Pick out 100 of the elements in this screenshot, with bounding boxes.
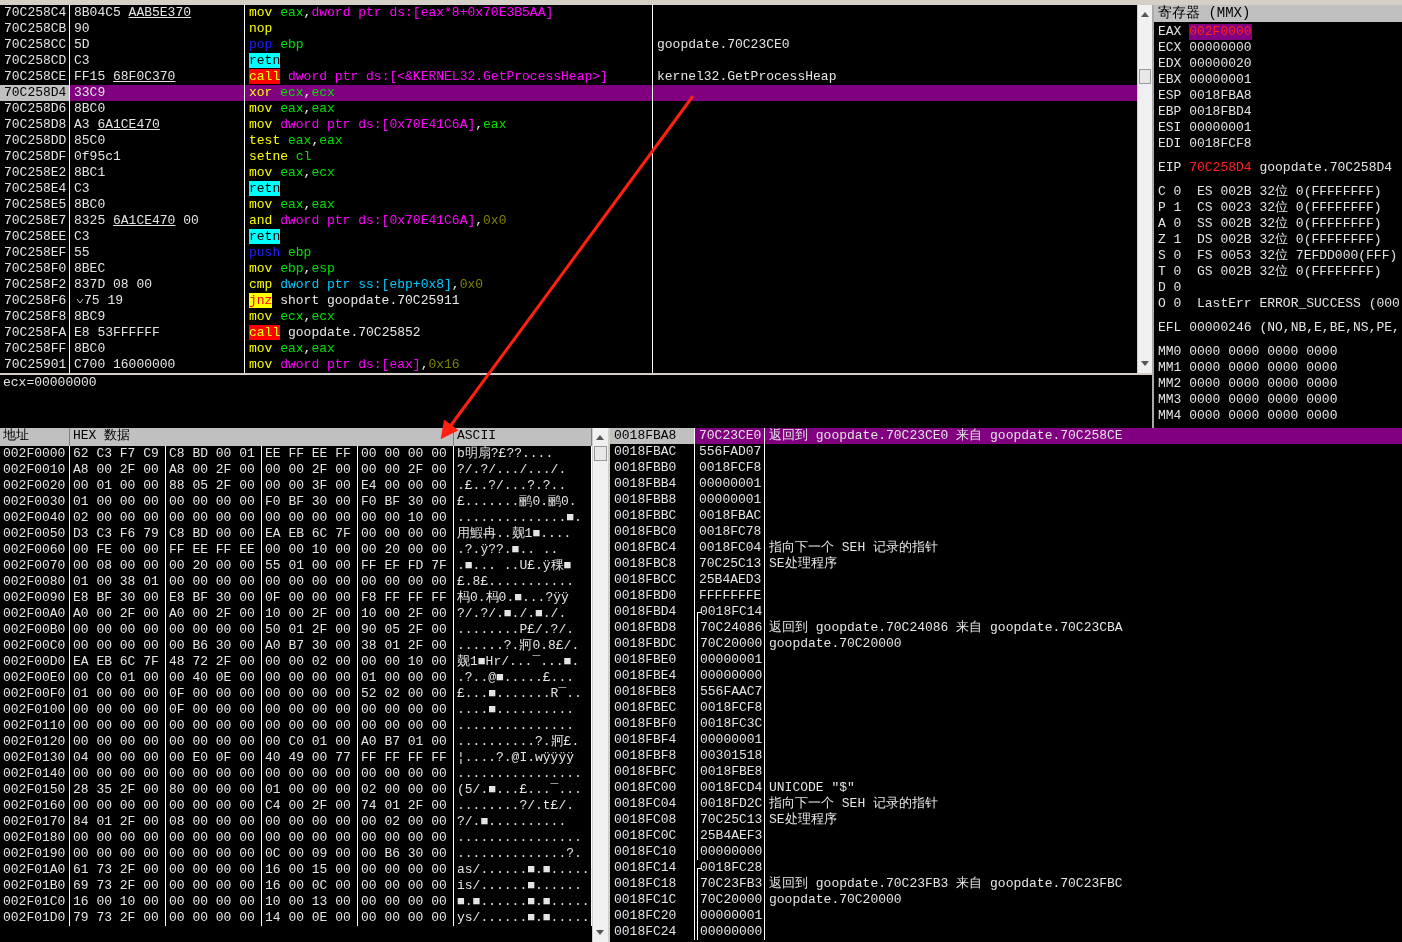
disassembly-row[interactable]: 70C258CD C3 retn: [0, 53, 1137, 69]
hex-cell: 10 00 13 00: [262, 894, 358, 910]
flag-value[interactable]: 0: [1173, 264, 1182, 280]
value-cell: 00000001: [695, 652, 765, 668]
column-header[interactable]: HEX 数据: [70, 428, 454, 446]
stack-row[interactable]: 0018FBF0 0018FC3C: [610, 716, 1402, 732]
stack-row[interactable]: 0018FC0C 25B4AEF3: [610, 828, 1402, 844]
disassembly-row[interactable]: 70C258C4 8B04C5 AAB5E370 mov eax,dword ptr ds:[eax*8+0x70E3B5AA]: [0, 5, 1137, 21]
flag-name: Z: [1158, 232, 1166, 248]
disassembly-row[interactable]: 70C258D6 8BC0 mov eax,eax: [0, 101, 1137, 117]
stack-row[interactable]: 0018FC10 00000000: [610, 844, 1402, 860]
stack-row[interactable]: 0018FBF4 00000001: [610, 732, 1402, 748]
register-value[interactable]: 70C258D4: [1189, 160, 1252, 176]
stack-row[interactable]: 0018FBF8 00301518: [610, 748, 1402, 764]
stack-row[interactable]: 0018FBB0 0018FCF8: [610, 460, 1402, 476]
column-header[interactable]: 地址: [0, 428, 70, 446]
disassembly-row[interactable]: 70C258EF 55 push ebp: [0, 245, 1137, 261]
stack-row[interactable]: 0018FC18 70C23FB3 返回到 goopdate.70C23FB3 来自 goopdate.70C23FBC: [610, 876, 1402, 892]
stack-row[interactable]: 0018FBC4 0018FC04 指向下一个 SEH 记录的指针: [610, 540, 1402, 556]
stack-row[interactable]: 0018FBA8 70C23CE0 返回到 goopdate.70C23CE0 来自 goopdate.70C258CE: [610, 428, 1402, 444]
stack-row[interactable]: 0018FC04 0018FD2C 指向下一个 SEH 记录的指针: [610, 796, 1402, 812]
stack-row[interactable]: 0018FC20 00000001: [610, 908, 1402, 924]
disassembly-row[interactable]: 70C258F6 75 19 jnz short goopdate.70C25911: [0, 293, 1137, 309]
hex-cell: 00 00 00 00: [262, 718, 358, 734]
scroll-thumb[interactable]: [1139, 69, 1151, 84]
stack-row[interactable]: 0018FBCC 25B4AED3: [610, 572, 1402, 588]
hex-cell: 00 20 00 00: [358, 542, 454, 558]
disassembly-row[interactable]: 70C25901 C700 16000000 mov dword ptr ds:[eax],0x16: [0, 357, 1137, 373]
stack-row[interactable]: 0018FC24 00000000: [610, 924, 1402, 940]
last-error-label: LastErr: [1197, 296, 1252, 312]
stack-row[interactable]: 0018FBD4 0018FC14: [610, 604, 1402, 620]
hex-cell: 01 00 38 01: [70, 574, 166, 590]
segment-width: 32位: [1259, 184, 1289, 200]
address-cell: 002F01B0: [0, 878, 70, 894]
stack-row[interactable]: 0018FC08 70C25C13 SE处理程序: [610, 812, 1402, 828]
register-value[interactable]: 0018FBD4: [1189, 104, 1252, 120]
hex-cell: 00 00 00 00: [70, 798, 166, 814]
scroll-thumb[interactable]: [594, 446, 607, 461]
register-value[interactable]: 0018FCF8: [1189, 136, 1252, 152]
hex-cell: E8 BF 30 00: [70, 590, 166, 606]
disassembly-row[interactable]: 70C258DF 0f95c1 setne cl: [0, 149, 1137, 165]
disassembly-row[interactable]: 70C258F0 8BEC mov ebp,esp: [0, 261, 1137, 277]
scroll-down-icon[interactable]: [1141, 361, 1149, 367]
address-cell: 0018FBB8: [610, 492, 695, 508]
flag-name: O: [1158, 296, 1166, 312]
disassembly-row[interactable]: 70C258E5 8BC0 mov eax,eax: [0, 197, 1137, 213]
stack-row[interactable]: 0018FBB8 00000001: [610, 492, 1402, 508]
hex-cell: 00 00 00 00: [70, 718, 166, 734]
stack-row[interactable]: 0018FBAC 556FAD07: [610, 444, 1402, 460]
hex-cell: F0 BF 30 00: [358, 494, 454, 510]
stack-row[interactable]: 0018FBE0 00000001: [610, 652, 1402, 668]
stack-row[interactable]: 0018FBE8 556FAAC7: [610, 684, 1402, 700]
stack-row[interactable]: 0018FBB4 00000001: [610, 476, 1402, 492]
flag-value[interactable]: 0: [1173, 184, 1182, 200]
flag-value[interactable]: 1: [1173, 232, 1182, 248]
stack-row[interactable]: 0018FBDC 70C20000 goopdate.70C20000: [610, 636, 1402, 652]
stack-row[interactable]: 0018FBC0 0018FC78: [610, 524, 1402, 540]
flag-value[interactable]: 1: [1173, 200, 1182, 216]
stack-row[interactable]: 0018FBC8 70C25C13 SE处理程序: [610, 556, 1402, 572]
value-cell: 556FAAC7: [695, 684, 765, 700]
scroll-up-icon[interactable]: [1141, 11, 1149, 17]
stack-row[interactable]: 0018FBBC 0018FBAC: [610, 508, 1402, 524]
stack-row[interactable]: 0018FBFC 0018FBE8: [610, 764, 1402, 780]
hex-cell: 00 00 00 00: [358, 830, 454, 846]
flag-value[interactable]: 0: [1173, 280, 1182, 296]
stack-row[interactable]: 0018FBE4 00000000: [610, 668, 1402, 684]
scrollbar[interactable]: [1137, 5, 1152, 373]
register-value[interactable]: 0018FBA8: [1189, 88, 1252, 104]
hex-cell: 50 01 2F 00: [262, 622, 358, 638]
scrollbar[interactable]: [592, 428, 608, 942]
register-name: MM1: [1158, 360, 1182, 376]
flag-value[interactable]: 0: [1173, 296, 1182, 312]
disassembly-row[interactable]: 70C258FF 8BC0 mov eax,eax: [0, 341, 1137, 357]
segment-width: 32位: [1259, 248, 1289, 264]
disassembly-row[interactable]: 70C258D8 A3 6A1CE470 mov dword ptr ds:[0x70E41C6A],eax: [0, 117, 1137, 133]
flag-value[interactable]: 0: [1173, 248, 1182, 264]
stack-row[interactable]: 0018FC1C 70C20000 goopdate.70C20000: [610, 892, 1402, 908]
stack-row[interactable]: 0018FBEC 0018FCF8: [610, 700, 1402, 716]
stack-row[interactable]: 0018FBD8 70C24086 返回到 goopdate.70C24086 来自 goopdate.70C23CBA: [610, 620, 1402, 636]
segment-base: 0(FFFFFFFF): [1295, 216, 1382, 232]
comment-cell-text: 返回到 goopdate.70C23FB3 来自 goopdate.70C23FBC: [768, 876, 1124, 892]
bytes-cell: 8B04C5 AAB5E370: [70, 5, 245, 21]
register-value[interactable]: 00000001: [1189, 120, 1252, 136]
disassembly-row[interactable]: 70C258EE C3 retn: [0, 229, 1137, 245]
disassembly-row[interactable]: 70C258D4 33C9 xor ecx,ecx: [0, 85, 1137, 101]
stack-row[interactable]: 0018FC00 0018FCD4 UNICODE "$": [610, 780, 1402, 796]
disassembly-row[interactable]: 70C258FA E8 53FFFFFF call goopdate.70C25852: [0, 325, 1137, 341]
stack-row[interactable]: 0018FC14 0018FC28: [610, 860, 1402, 876]
segment-selector: 0053: [1220, 248, 1252, 264]
flag-value[interactable]: 0: [1173, 216, 1182, 232]
register-value[interactable]: 00000001: [1189, 72, 1252, 88]
hex-cell: 38 01 2F 00: [358, 638, 454, 654]
scroll-up-icon[interactable]: [596, 434, 604, 440]
disassembly-row[interactable]: 70C258DD 85C0 test eax,eax: [0, 133, 1137, 149]
register-value[interactable]: 00000020: [1189, 56, 1252, 72]
scroll-down-icon[interactable]: [596, 930, 604, 936]
hex-cell: FF FF FF FF: [358, 750, 454, 766]
disassembly-row[interactable]: 70C258E4 C3 retn: [0, 181, 1137, 197]
disassembly-row[interactable]: 70C258CB 90 nop: [0, 21, 1137, 37]
register-value[interactable]: 00000000: [1189, 40, 1252, 56]
